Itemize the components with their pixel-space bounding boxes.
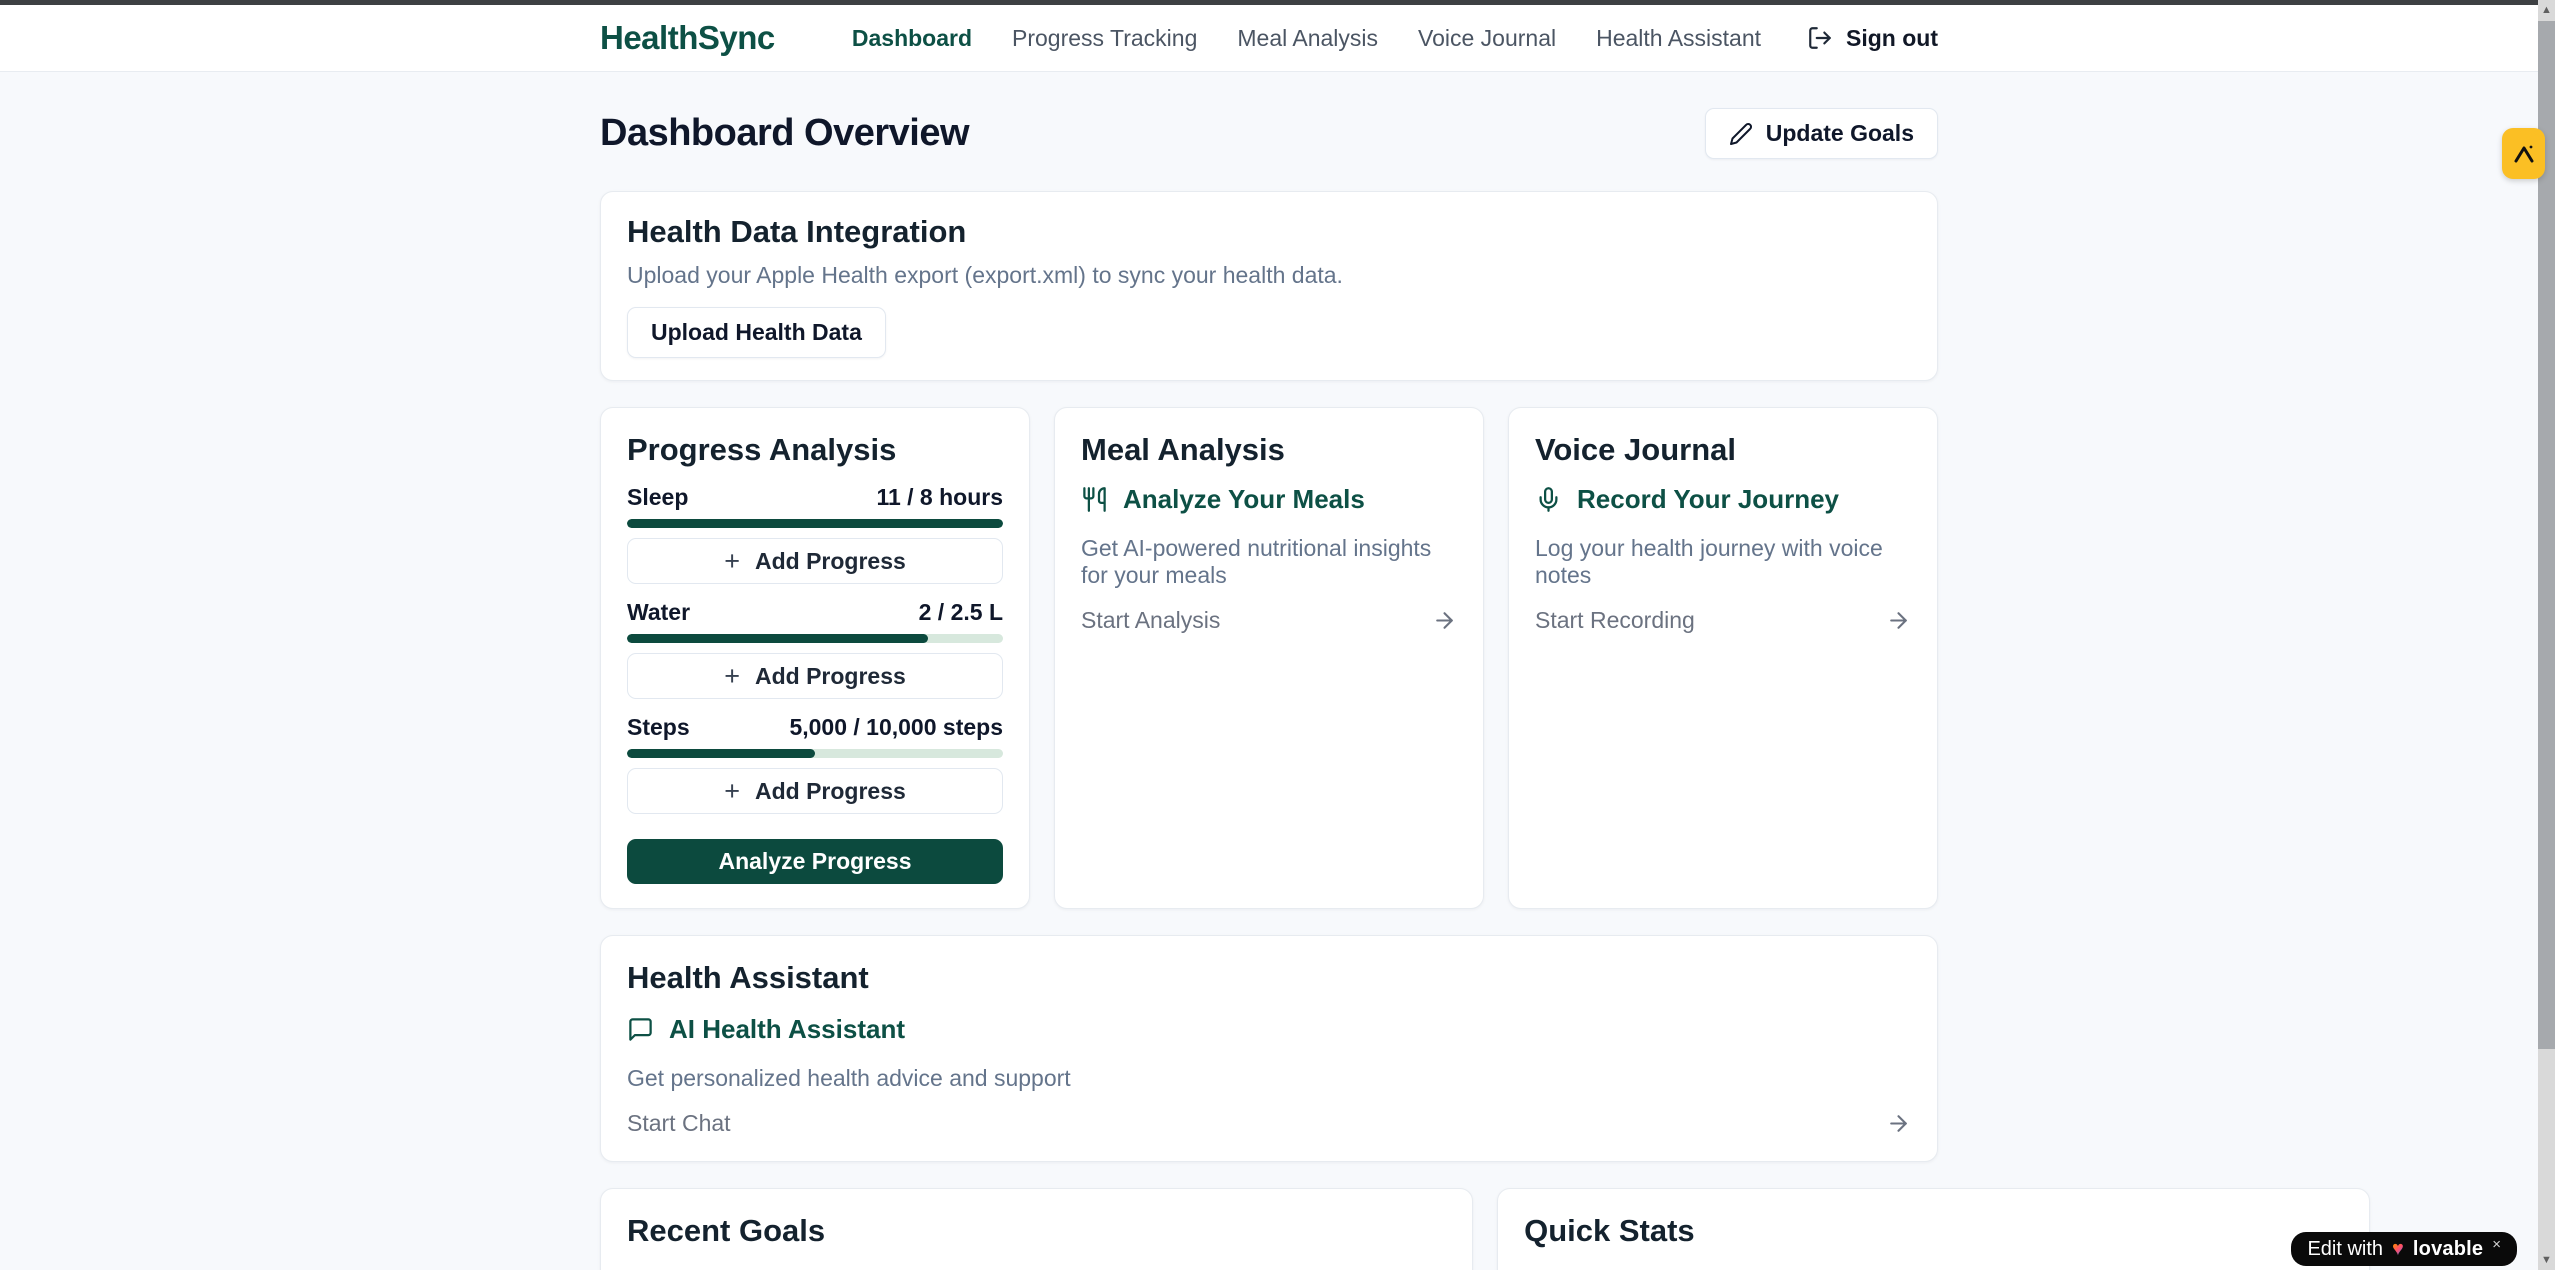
record-your-journey-label: Record Your Journey [1577, 484, 1839, 515]
metric-steps-value: 5,000 / 10,000 steps [789, 714, 1003, 741]
app-logo[interactable]: HealthSync [600, 19, 775, 57]
nav-item-progress-tracking[interactable]: Progress Tracking [1012, 25, 1197, 52]
metric-water-label: Water [627, 599, 690, 626]
add-progress-label: Add Progress [755, 663, 906, 690]
vertical-scrollbar[interactable]: ▲ ▼ [2538, 0, 2555, 1270]
sign-out-label: Sign out [1846, 25, 1938, 52]
scrollbar-up-arrow[interactable]: ▲ [2538, 0, 2555, 20]
top-navbar: HealthSync Dashboard Progress Tracking M… [0, 5, 2538, 72]
analyze-your-meals-label: Analyze Your Meals [1123, 484, 1365, 515]
nav-item-health-assistant[interactable]: Health Assistant [1596, 25, 1761, 52]
ai-health-assistant-label: AI Health Assistant [669, 1014, 905, 1045]
analyze-your-meals-link[interactable]: Analyze Your Meals [1081, 484, 1457, 515]
arrow-right-icon [1432, 608, 1457, 633]
metric-steps-label: Steps [627, 714, 690, 741]
start-chat-row[interactable]: Start Chat [627, 1110, 1911, 1137]
nav-links: Dashboard Progress Tracking Meal Analysi… [852, 25, 1938, 52]
sign-out-button[interactable]: Sign out [1807, 25, 1938, 52]
extension-side-button[interactable] [2502, 128, 2545, 179]
recent-goals-card: Recent Goals Select Date Today Yesterday… [600, 1188, 1473, 1270]
progress-analysis-card: Progress Analysis Sleep 11 / 8 hours + A… [600, 407, 1030, 909]
extension-logo-icon [2510, 140, 2538, 168]
voice-journal-description: Log your health journey with voice notes [1535, 535, 1911, 589]
metric-sleep: Sleep 11 / 8 hours + Add Progress [627, 484, 1003, 584]
steps-progress-fill [627, 749, 815, 758]
metric-water-value: 2 / 2.5 L [919, 599, 1003, 626]
voice-journal-card: Voice Journal Record Your Journey Log yo… [1508, 407, 1938, 909]
progress-analysis-title: Progress Analysis [627, 432, 1003, 468]
metric-water: Water 2 / 2.5 L + Add Progress [627, 599, 1003, 699]
meal-analysis-description: Get AI-powered nutritional insights for … [1081, 535, 1457, 589]
arrow-right-icon [1886, 608, 1911, 633]
quick-stats-card: Quick Stats Select Date Today Yesterday … [1497, 1188, 2370, 1270]
update-goals-label: Update Goals [1766, 120, 1914, 147]
update-goals-button[interactable]: Update Goals [1705, 108, 1938, 159]
plus-icon: + [724, 778, 740, 805]
metric-steps: Steps 5,000 / 10,000 steps + Add Progres… [627, 714, 1003, 814]
microphone-icon [1535, 486, 1562, 513]
health-assistant-description: Get personalized health advice and suppo… [627, 1065, 1911, 1092]
ai-health-assistant-link[interactable]: AI Health Assistant [627, 1014, 1911, 1045]
arrow-right-icon [1886, 1111, 1911, 1136]
page-title: Dashboard Overview [600, 112, 969, 155]
voice-journal-title: Voice Journal [1535, 432, 1911, 468]
upload-health-data-button[interactable]: Upload Health Data [627, 307, 886, 358]
main-content: Dashboard Overview Update Goals Health D… [0, 72, 2538, 1270]
edit-with-label: Edit with [2307, 1238, 2383, 1261]
nav-item-meal-analysis[interactable]: Meal Analysis [1237, 25, 1378, 52]
chat-bubble-icon [627, 1016, 654, 1043]
plus-icon: + [724, 548, 740, 575]
logout-icon [1807, 25, 1833, 51]
sleep-progress-track [627, 519, 1003, 528]
start-chat-label: Start Chat [627, 1110, 731, 1137]
meal-analysis-title: Meal Analysis [1081, 432, 1457, 468]
utensils-icon [1081, 486, 1108, 513]
nav-item-dashboard[interactable]: Dashboard [852, 25, 972, 52]
add-sleep-progress-button[interactable]: + Add Progress [627, 538, 1003, 584]
record-your-journey-link[interactable]: Record Your Journey [1535, 484, 1911, 515]
health-data-integration-card: Health Data Integration Upload your Appl… [600, 191, 1938, 381]
nav-item-voice-journal[interactable]: Voice Journal [1418, 25, 1556, 52]
water-progress-fill [627, 634, 928, 643]
sleep-progress-fill [627, 519, 1003, 528]
lovable-brand-label: lovable [2413, 1238, 2483, 1261]
recent-goals-title: Recent Goals [627, 1213, 1446, 1249]
plus-icon: + [724, 663, 740, 690]
meal-analysis-card: Meal Analysis Analyze Your Meals Get AI-… [1054, 407, 1484, 909]
start-analysis-row[interactable]: Start Analysis [1081, 607, 1457, 634]
steps-progress-track [627, 749, 1003, 758]
metric-sleep-value: 11 / 8 hours [876, 484, 1003, 511]
health-data-title: Health Data Integration [627, 214, 1911, 250]
quick-stats-title: Quick Stats [1524, 1213, 2343, 1249]
health-assistant-card: Health Assistant AI Health Assistant Get… [600, 935, 1938, 1162]
start-recording-row[interactable]: Start Recording [1535, 607, 1911, 634]
window-top-edge [0, 0, 2538, 5]
pencil-icon [1729, 122, 1753, 146]
scrollbar-down-arrow[interactable]: ▼ [2538, 1250, 2555, 1270]
close-icon[interactable]: × [2492, 1236, 2501, 1253]
analyze-progress-button[interactable]: Analyze Progress [627, 839, 1003, 884]
health-data-description: Upload your Apple Health export (export.… [627, 262, 1911, 289]
add-steps-progress-button[interactable]: + Add Progress [627, 768, 1003, 814]
metric-sleep-label: Sleep [627, 484, 688, 511]
heart-icon: ♥ [2392, 1238, 2404, 1261]
start-recording-label: Start Recording [1535, 607, 1695, 634]
add-water-progress-button[interactable]: + Add Progress [627, 653, 1003, 699]
health-assistant-title: Health Assistant [627, 960, 1911, 996]
edit-with-lovable-badge[interactable]: Edit with ♥ lovable × [2291, 1232, 2517, 1266]
add-progress-label: Add Progress [755, 548, 906, 575]
add-progress-label: Add Progress [755, 778, 906, 805]
water-progress-track [627, 634, 1003, 643]
start-analysis-label: Start Analysis [1081, 607, 1220, 634]
